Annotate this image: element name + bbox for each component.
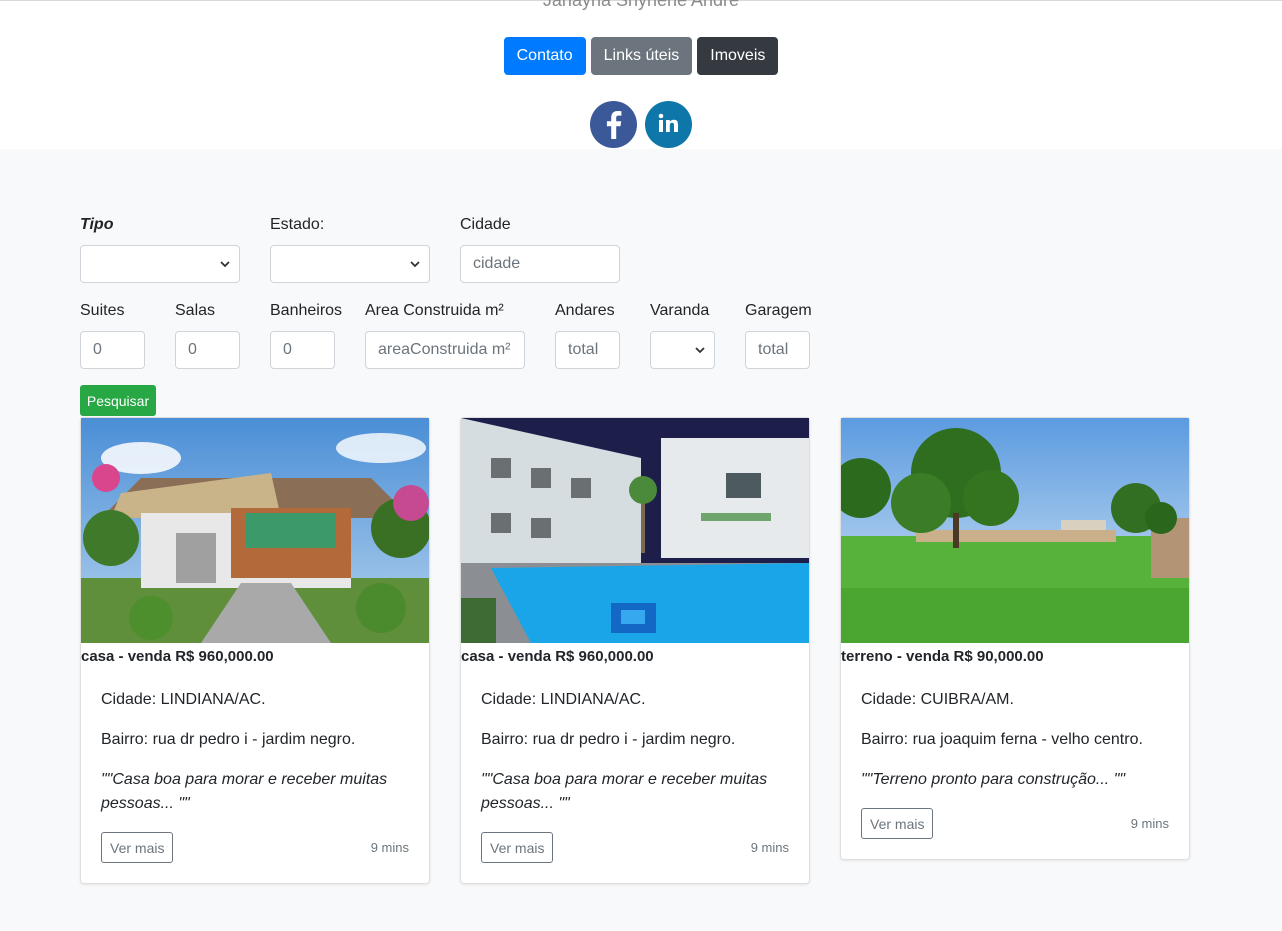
pesquisar-button[interactable]: Pesquisar (80, 385, 156, 416)
social-links (0, 101, 1282, 148)
chevron-down-icon (695, 347, 705, 354)
author-name: Janayna Shyrlene Andre (542, 0, 740, 10)
pool-photo (461, 418, 809, 643)
listing-city: Cidade: LINDIANA/AC. (481, 691, 646, 708)
estado-select[interactable] (270, 245, 430, 283)
listing-time: 9 mins (1130, 816, 1169, 831)
land-photo (841, 418, 1189, 643)
listing-title: casa - venda R$ 960,000.00 (461, 648, 654, 665)
ver-mais-button[interactable]: Ver mais (481, 832, 554, 863)
chevron-down-icon (220, 261, 230, 268)
andares-input[interactable]: total (555, 331, 620, 369)
listing-card: casa - venda R$ 960,000.00 Cidade: LINDI… (460, 417, 810, 884)
listing-title: casa - venda R$ 960,000.00 (81, 648, 274, 665)
listing-city: Cidade: CUIBRA/AM. (861, 691, 1014, 708)
garagem-input[interactable]: total (745, 331, 810, 369)
suites-label: Suites (80, 302, 125, 319)
listing-time: 9 mins (750, 840, 789, 855)
tipo-label: Tipo (80, 216, 114, 233)
listing-bairro: Bairro: rua dr pedro i - jardim negro. (101, 731, 356, 748)
ver-mais-button[interactable]: Ver mais (861, 808, 934, 839)
listing-title: terreno - venda R$ 90,000.00 (841, 648, 1044, 665)
house-photo (81, 418, 429, 643)
estado-label: Estado: (270, 216, 325, 233)
cidade-label: Cidade (460, 216, 511, 233)
varanda-select[interactable] (650, 331, 715, 369)
banheiros-label: Banheiros (270, 302, 343, 319)
area-label: Area Construida m² (365, 302, 504, 319)
listing-time: 9 mins (370, 840, 409, 855)
garagem-label: Garagem (745, 302, 812, 319)
imoveis-button[interactable]: Imoveis (697, 37, 779, 75)
andares-label: Andares (555, 302, 615, 319)
listing-city: Cidade: LINDIANA/AC. (101, 691, 266, 708)
ver-mais-button[interactable]: Ver mais (101, 832, 174, 863)
listing-card: casa - venda R$ 960,000.00 Cidade: LINDI… (80, 417, 430, 884)
listing-description: ""Casa boa para morar e receber muitas p… (481, 771, 768, 812)
listing-card: terreno - venda R$ 90,000.00 Cidade: CUI… (840, 417, 1190, 860)
contato-button[interactable]: Contato (503, 37, 586, 75)
suites-input[interactable]: 0 (80, 331, 145, 369)
listing-bairro: Bairro: rua dr pedro i - jardim negro. (481, 731, 736, 748)
linkedin-icon[interactable] (645, 101, 692, 148)
tipo-select[interactable] (80, 245, 240, 283)
nav-buttons: Contato Links úteis Imoveis (0, 37, 1282, 75)
banheiros-input[interactable]: 0 (270, 331, 335, 369)
links-uteis-button[interactable]: Links úteis (590, 37, 693, 75)
listing-description: ""Casa boa para morar e receber muitas p… (101, 771, 388, 812)
salas-label: Salas (175, 302, 216, 319)
cidade-input[interactable]: cidade (460, 245, 620, 283)
facebook-icon[interactable] (590, 101, 637, 148)
varanda-label: Varanda (650, 302, 710, 319)
listing-description: ""Terreno pronto para construção... "" (861, 771, 1126, 788)
area-input[interactable]: areaConstruida m² (365, 331, 525, 369)
chevron-down-icon (410, 261, 420, 268)
salas-input[interactable]: 0 (175, 331, 240, 369)
listing-bairro: Bairro: rua joaquim ferna - velho centro… (861, 731, 1143, 748)
